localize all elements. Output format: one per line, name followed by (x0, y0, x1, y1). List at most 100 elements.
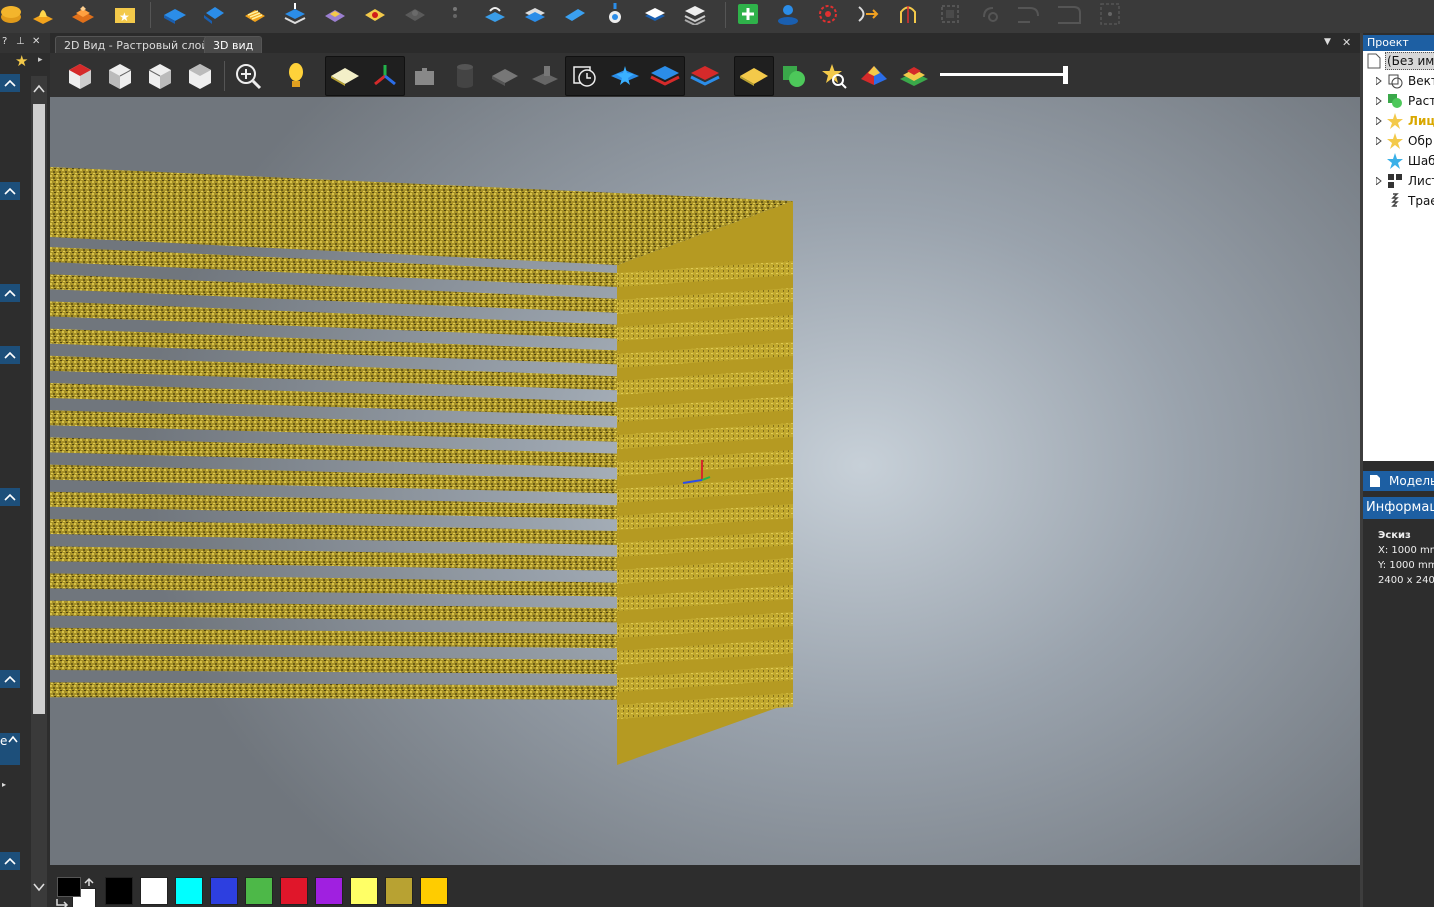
pyramid-icon[interactable] (856, 58, 892, 94)
relief-layer-icon[interactable] (320, 0, 350, 28)
scrollbar-thumb[interactable] (33, 104, 45, 714)
flip-layer-icon[interactable] (640, 0, 670, 28)
dot-tool-icon[interactable] (440, 0, 470, 28)
color-swatch[interactable] (210, 877, 238, 905)
project-tree[interactable]: (Без име Вект Раст Лиц Обр Шаб (1363, 51, 1434, 461)
folder-star-icon[interactable]: ★ (110, 0, 140, 28)
tree-item-samples[interactable]: Обр (1363, 131, 1434, 151)
color-swatch[interactable] (280, 877, 308, 905)
section-collapse-button[interactable] (0, 488, 20, 506)
help-icon[interactable]: ? (2, 36, 7, 47)
tree-item-templates[interactable]: Шаб (1363, 151, 1434, 171)
relief-blocks-icon[interactable] (68, 0, 98, 28)
section-collapse-button[interactable] (0, 74, 20, 92)
tree-item-toolpaths[interactable]: Трае (1363, 191, 1434, 211)
tab-3d-view[interactable]: 3D вид (204, 36, 263, 53)
node-frame-icon[interactable] (1095, 0, 1125, 28)
swap-colors-icon[interactable] (83, 875, 97, 887)
orange-lines-icon[interactable] (240, 0, 270, 28)
corner-shape-icon[interactable] (1055, 0, 1085, 28)
section-collapse-button[interactable] (0, 346, 20, 364)
merge-layers-icon[interactable] (680, 0, 710, 28)
grey-block-icon[interactable] (487, 58, 523, 94)
color-swatch[interactable] (315, 877, 343, 905)
user-cloud-icon[interactable] (773, 0, 803, 28)
color-swatch[interactable] (245, 877, 273, 905)
expander-icon[interactable] (1376, 117, 1382, 125)
frame-icon[interactable] (935, 0, 965, 28)
add-icon[interactable] (733, 0, 763, 28)
section-collapse-button[interactable] (0, 182, 20, 200)
front-view-icon[interactable] (102, 58, 138, 94)
left-scrollbar[interactable] (31, 76, 47, 907)
tab-list-dropdown-icon[interactable]: ▼ (1324, 37, 1331, 47)
stack-layers-icon[interactable] (0, 0, 26, 28)
pin-icon[interactable]: ⊥ (16, 36, 25, 47)
expander-icon[interactable] (1376, 77, 1382, 85)
stack-blue-icon[interactable] (520, 0, 550, 28)
foreground-color-swatch[interactable] (57, 877, 81, 897)
disabled-layer-icon[interactable] (400, 0, 430, 28)
side-view-icon[interactable] (142, 58, 178, 94)
tab-model[interactable]: Модель (1363, 471, 1434, 491)
slider-handle[interactable] (1063, 66, 1068, 84)
close-tab-icon[interactable]: ✕ (1342, 36, 1351, 49)
clock-view-icon[interactable] (567, 58, 603, 94)
green-shapes-icon[interactable] (776, 58, 812, 94)
blue-split-icon[interactable] (200, 0, 230, 28)
plane-display-icon[interactable] (327, 58, 363, 94)
scroll-up-icon[interactable] (33, 84, 45, 94)
expand-arrow-icon[interactable]: ▸ (2, 780, 6, 789)
close-icon[interactable]: ✕ (32, 36, 40, 47)
3d-viewport[interactable] (50, 97, 1360, 865)
cylinder-icon[interactable] (447, 58, 483, 94)
machine-icon[interactable] (527, 58, 563, 94)
zoom-icon[interactable] (230, 58, 266, 94)
tab-2d-view[interactable]: 2D Вид - Растровый слой (55, 36, 218, 53)
yellow-plane-icon[interactable] (736, 58, 772, 94)
section-collapse-button[interactable] (0, 852, 20, 870)
gear-blue-icon[interactable] (600, 0, 630, 28)
blue-layer-icon[interactable] (647, 58, 683, 94)
tree-item-sheets[interactable]: Лист (1363, 171, 1434, 191)
color-swatch[interactable] (175, 877, 203, 905)
blue-plane-icon[interactable] (160, 0, 190, 28)
target-layer-icon[interactable] (360, 0, 390, 28)
expander-icon[interactable] (1376, 97, 1382, 105)
color-swatch[interactable] (350, 877, 378, 905)
puzzle-icon[interactable] (407, 58, 443, 94)
color-swatch[interactable] (140, 877, 168, 905)
create-relief-icon[interactable] (28, 0, 58, 28)
rotate-shape-icon[interactable] (975, 0, 1005, 28)
section-collapse-button[interactable] (0, 284, 20, 302)
color-swatch[interactable] (420, 877, 448, 905)
rainbow-layers-icon[interactable] (896, 58, 932, 94)
star-plane-icon[interactable] (607, 58, 643, 94)
current-colors[interactable] (55, 875, 97, 907)
star-search-icon[interactable] (816, 58, 852, 94)
color-swatch[interactable] (385, 877, 413, 905)
layers-add-icon[interactable] (280, 0, 310, 28)
expander-icon[interactable] (1376, 137, 1382, 145)
favorites-star-icon[interactable]: ★ (15, 52, 28, 70)
sculpt-tool-icon[interactable] (480, 0, 510, 28)
arch-icon[interactable] (893, 0, 923, 28)
axes-icon[interactable] (367, 58, 403, 94)
tree-item-vectors[interactable]: Вект (1363, 71, 1434, 91)
red-layer-icon[interactable] (687, 58, 723, 94)
iso-view-icon[interactable] (62, 58, 98, 94)
expand-arrow-icon[interactable]: ▸ (38, 55, 43, 65)
relief-model[interactable] (50, 97, 1360, 865)
light-bulb-icon[interactable] (278, 58, 314, 94)
tree-item-raster[interactable]: Раст (1363, 91, 1434, 111)
tree-item-faces[interactable]: Лиц (1363, 111, 1434, 131)
section-collapse-button[interactable] (0, 670, 20, 688)
top-view-icon[interactable] (182, 58, 218, 94)
curve-shape-icon[interactable] (1015, 0, 1045, 28)
tree-item-project[interactable]: (Без име (1363, 51, 1434, 71)
section-collapse-button[interactable]: e (0, 733, 20, 765)
virus-check-icon[interactable] (813, 0, 843, 28)
blue-sheet-icon[interactable] (560, 0, 590, 28)
reset-colors-icon[interactable] (55, 897, 69, 907)
thickness-slider[interactable] (940, 65, 1070, 85)
